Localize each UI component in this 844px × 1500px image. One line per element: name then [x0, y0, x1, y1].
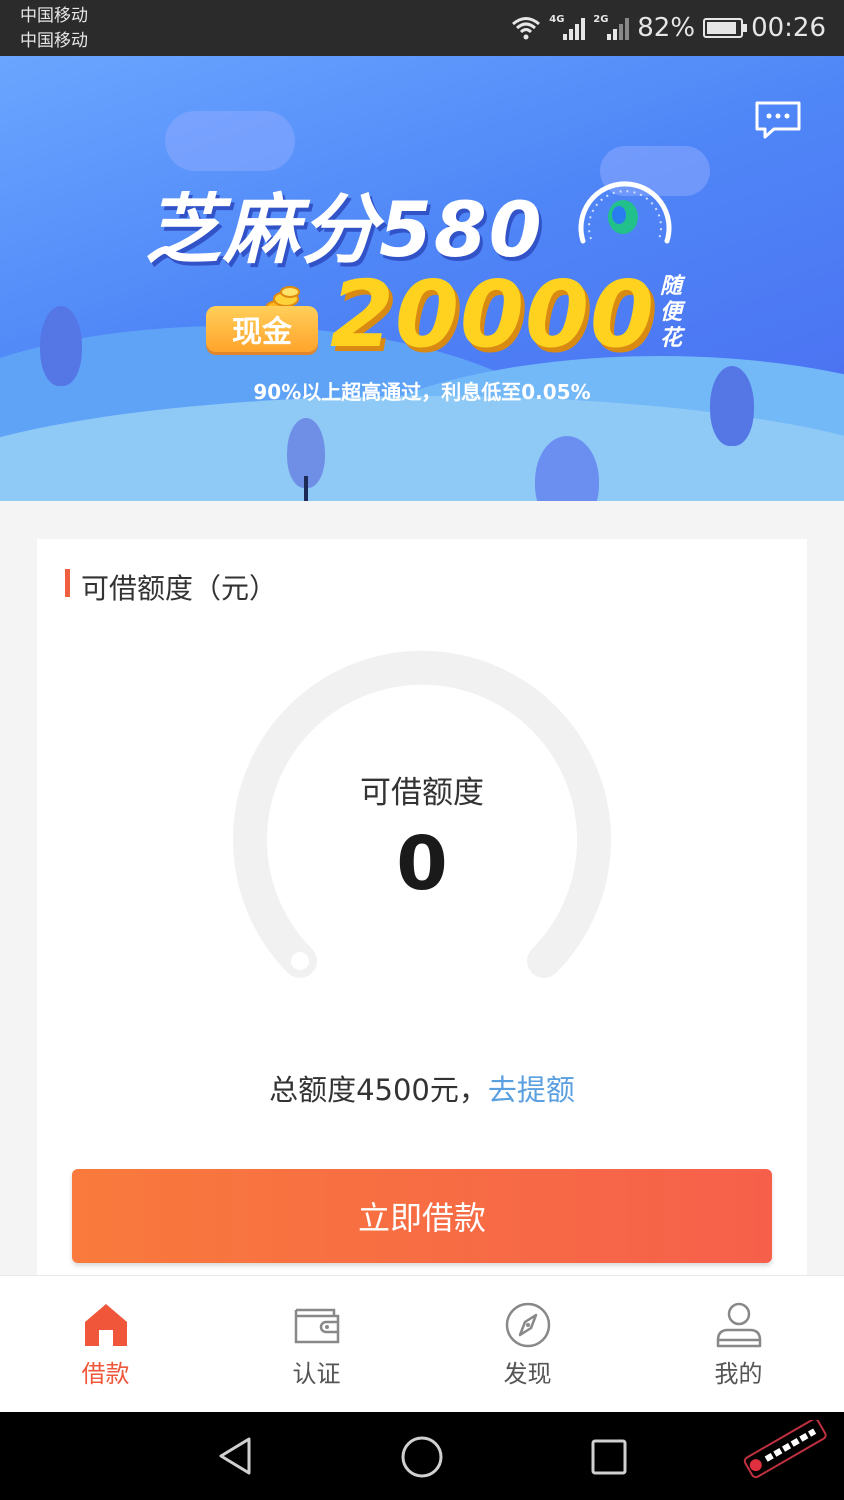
banner-side-text: 随便花: [659, 274, 682, 351]
nav-item-borrow[interactable]: 借款: [0, 1276, 211, 1413]
nav-item-discover[interactable]: 发现: [422, 1276, 633, 1413]
wifi-icon: [512, 17, 541, 40]
carrier-1: 中国移动: [20, 6, 88, 26]
nav-item-verify[interactable]: 认证: [211, 1276, 422, 1413]
tree-decoration: [40, 306, 82, 386]
wallet-icon: [294, 1308, 340, 1344]
battery-icon: [703, 18, 748, 38]
clock: 00:26: [751, 13, 826, 43]
nav-item-mine[interactable]: 我的: [633, 1276, 844, 1413]
borrow-now-button[interactable]: 立即借款: [72, 1169, 772, 1263]
cloud-decoration: [165, 111, 295, 171]
system-nav-bar: [0, 1412, 844, 1500]
signal-icon-sim2: 2G: [593, 14, 630, 40]
promo-banner[interactable]: 芝麻分580 现金 20000 随便花 90%以上超高通过，利息低至0.05%: [0, 56, 844, 501]
tree-trunk: [304, 476, 308, 501]
message-icon[interactable]: [754, 100, 802, 140]
battery-percent: 82%: [637, 13, 696, 43]
bottom-nav: 借款 认证 发现 我的: [0, 1275, 844, 1412]
raise-limit-link[interactable]: 去提额: [488, 1073, 575, 1107]
compass-icon: [505, 1302, 551, 1348]
available-amount: 0: [396, 821, 448, 907]
banner-subline: 90%以上超高通过，利息低至0.05%: [253, 380, 591, 404]
home-icon: [85, 1304, 127, 1346]
card-title: 可借额度（元）: [81, 572, 278, 605]
gauge-icon: [578, 181, 672, 244]
total-limit-line: 总额度4500元，去提额: [37, 1067, 807, 1109]
nav-label-discover: 发现: [503, 1360, 552, 1388]
cash-tag: 现金: [206, 306, 318, 352]
carrier-2: 中国移动: [20, 31, 88, 51]
sim2-network-label: 2G: [593, 14, 609, 25]
banner-amount: 20000: [330, 261, 656, 368]
signal-icon-sim1: 4G: [549, 14, 586, 40]
nav-label-mine: 我的: [714, 1360, 763, 1388]
status-icons: 4G 2G 82% 00:26: [511, 10, 826, 46]
credit-card: 可借额度（元） 可借额度 0 总额度4500元，去提额 立即借款: [37, 539, 807, 1279]
gauge-label: 可借额度: [360, 775, 484, 811]
total-limit-text: 总额度4500元，: [269, 1073, 488, 1107]
status-bar: 中国移动 中国移动 4G 2G 82% 00:26: [0, 0, 844, 56]
sim1-network-label: 4G: [549, 14, 565, 25]
back-icon[interactable]: [215, 1436, 255, 1476]
recents-icon[interactable]: [590, 1438, 628, 1476]
nav-label-borrow: 借款: [81, 1360, 130, 1388]
nav-label-verify: 认证: [292, 1360, 341, 1388]
user-icon: [716, 1302, 762, 1348]
watermark-logo: [743, 1420, 827, 1479]
home-circle-icon[interactable]: [400, 1435, 444, 1479]
title-accent-bar: [65, 569, 70, 597]
